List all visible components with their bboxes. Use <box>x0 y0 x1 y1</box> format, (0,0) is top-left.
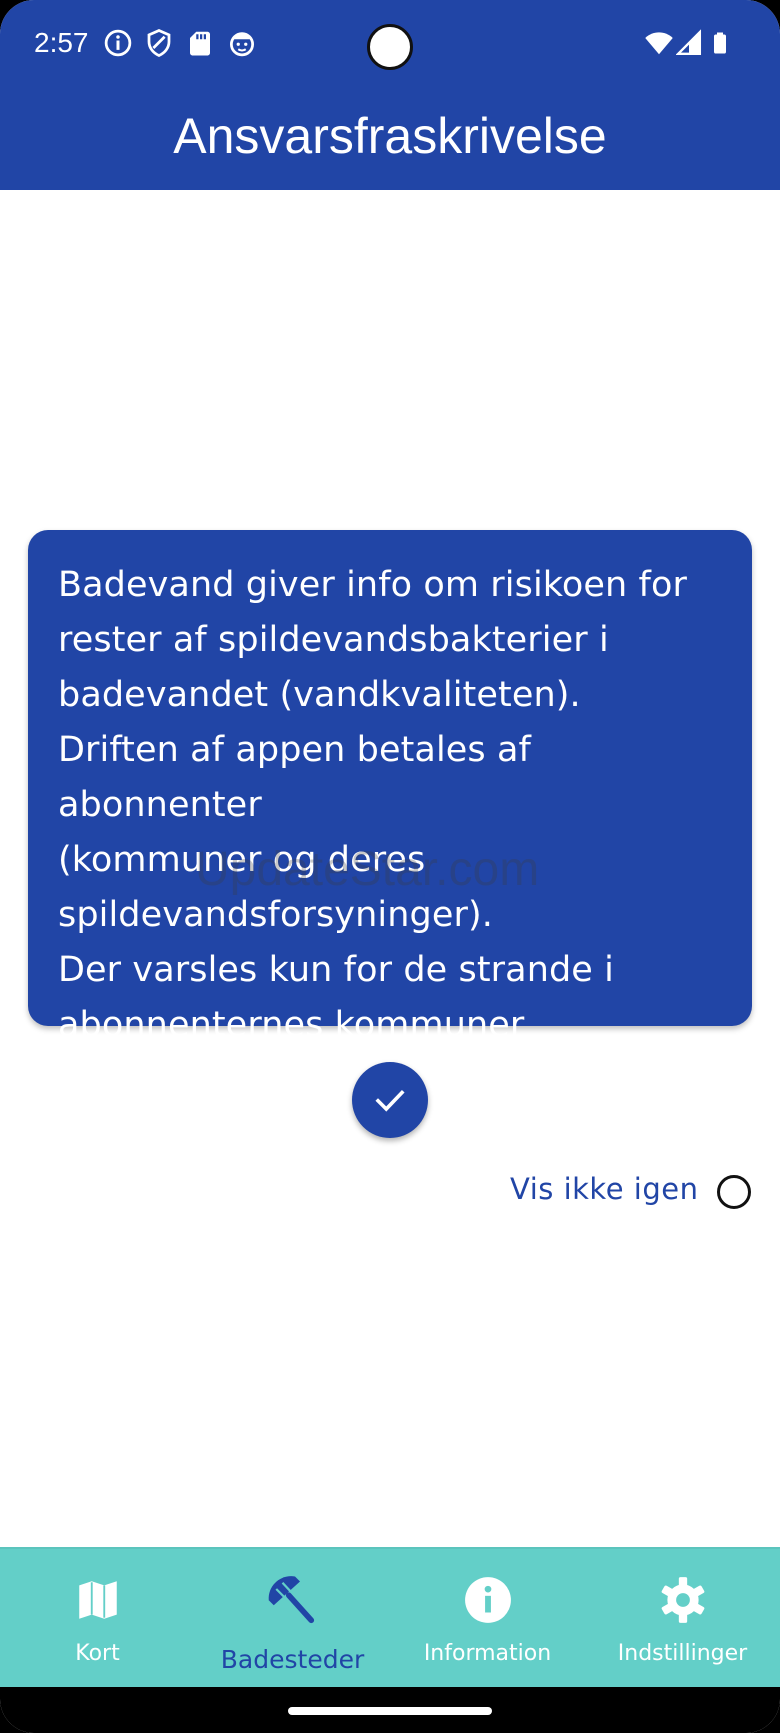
nav-item-information[interactable]: Information <box>390 1549 585 1689</box>
status-time: 2:57 <box>34 27 89 58</box>
home-indicator[interactable] <box>288 1707 492 1715</box>
gear-icon <box>661 1577 705 1623</box>
info-icon <box>465 1577 511 1623</box>
camera-cutout <box>367 24 413 70</box>
face-icon <box>230 32 254 57</box>
map-icon <box>79 1581 117 1619</box>
nav-label-indstillinger: Indstillinger <box>617 1641 748 1666</box>
shield-icon <box>147 28 171 58</box>
dont-show-again-label[interactable]: Vis ikke igen <box>510 1172 698 1206</box>
header: 2:57 Ansvarsfraskrivelse <box>0 0 780 190</box>
confirm-button[interactable] <box>352 1062 428 1138</box>
gesture-bar <box>0 1687 780 1733</box>
page-title: Ansvarsfraskrivelse <box>173 108 607 164</box>
battery-icon <box>714 32 726 54</box>
nav-label-information: Information <box>423 1641 552 1666</box>
nav-item-badesteder[interactable]: Badesteder <box>195 1549 390 1689</box>
nav-item-indstillinger[interactable]: Indstillinger <box>585 1549 780 1689</box>
sd-card-icon <box>190 31 210 56</box>
disclaimer-card: Badevand giver info om risikoen for rest… <box>28 530 752 1045</box>
nav-item-kort[interactable]: Kort <box>0 1549 195 1689</box>
dont-show-again-radio[interactable] <box>717 1175 751 1209</box>
status-bar: 2:57 <box>0 0 780 88</box>
nav-label-kort: Kort <box>75 1641 120 1666</box>
nav-label-badesteder: Badesteder <box>220 1645 365 1674</box>
check-icon <box>375 1089 405 1112</box>
info-icon <box>104 29 132 57</box>
beach-umbrella-icon <box>268 1576 315 1624</box>
wifi-icon <box>645 32 673 55</box>
disclaimer-text: Badevand giver info om risikoen for rest… <box>58 565 687 1045</box>
screen: 2:57 Ansvarsfraskrivelse Badevand giver … <box>0 0 780 1733</box>
signal-icon <box>676 29 702 56</box>
bottom-navigation: Kort Badesteder Information Indstillinge… <box>0 1547 780 1687</box>
